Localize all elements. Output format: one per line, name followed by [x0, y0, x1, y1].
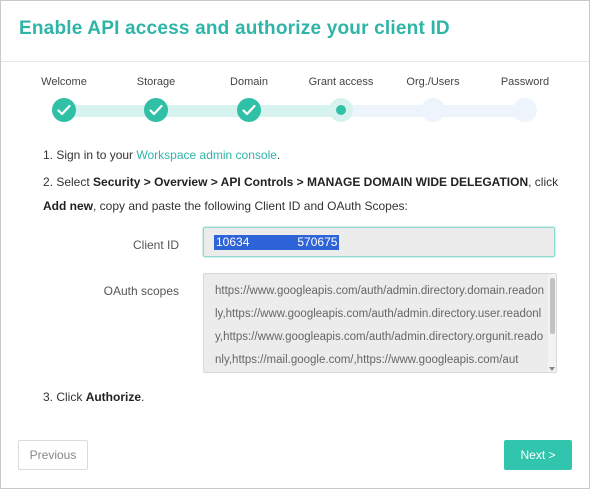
step-label: Welcome — [41, 76, 87, 88]
previous-button[interactable]: Previous — [18, 440, 88, 470]
current-step-dot-icon — [329, 98, 353, 122]
client-id-value-start: 10634 — [216, 235, 250, 249]
scopes-scrollbar[interactable] — [548, 274, 556, 372]
check-icon — [52, 98, 76, 122]
step-org-users: Org./Users — [388, 61, 478, 122]
page-title: Enable API access and authorize your cli… — [19, 18, 450, 39]
add-new-action: Add new — [43, 199, 93, 213]
instruction-text: , copy and paste the following Client ID… — [93, 199, 408, 213]
step-label: Domain — [230, 76, 268, 88]
pending-step-dot-icon — [421, 98, 445, 122]
instruction-text: 1. Sign in to your — [43, 148, 137, 162]
client-id-label: Client ID — [132, 238, 179, 252]
instruction-text: 2. Select — [43, 175, 94, 189]
scroll-thumb[interactable] — [550, 278, 555, 334]
step-label: Password — [500, 76, 550, 88]
pending-step-dot-icon — [513, 98, 537, 122]
instruction-step-2: 2. Select Security > Overview > API Cont… — [43, 170, 563, 218]
step-storage: Storage — [111, 61, 201, 122]
selected-client-id-text: 10634 570675 — [214, 235, 340, 250]
step-label: Grant access — [308, 76, 374, 88]
oauth-scopes-label: OAuth scopes — [103, 284, 179, 298]
progress-stepper: Welcome Storage Domain Grant access Org.… — [1, 61, 589, 141]
next-button[interactable]: Next > — [504, 440, 572, 470]
authorize-action: Authorize — [85, 390, 142, 404]
check-icon — [237, 98, 261, 122]
scroll-down-arrow-icon[interactable] — [549, 367, 555, 371]
setup-wizard-dialog: Enable API access and authorize your cli… — [0, 0, 590, 489]
instruction-text: . — [276, 148, 281, 162]
instruction-step-3: 3. Click Authorize. — [43, 390, 144, 404]
step-password: Password — [480, 61, 570, 122]
admin-console-link[interactable]: Workspace admin console — [136, 148, 277, 162]
instruction-text: 3. Click — [43, 390, 86, 404]
instruction-text: . — [141, 390, 145, 404]
client-id-field[interactable]: 10634 570675 — [203, 227, 555, 257]
step-domain: Domain — [204, 61, 294, 122]
instruction-step-1: 1. Sign in to your Workspace admin conso… — [43, 148, 280, 162]
step-welcome: Welcome — [19, 61, 109, 122]
instruction-text: , click — [528, 175, 559, 189]
step-grant-access: Grant access — [296, 61, 386, 122]
navigation-path: Security > Overview > API Controls > MAN… — [93, 175, 529, 189]
step-label: Storage — [136, 76, 176, 88]
client-id-value-end: 570675 — [297, 235, 338, 249]
step-label: Org./Users — [406, 76, 460, 88]
check-icon — [144, 98, 168, 122]
oauth-scopes-textarea[interactable]: https://www.googleapis.com/auth/admin.di… — [203, 273, 557, 373]
oauth-scopes-value: https://www.googleapis.com/auth/admin.di… — [215, 285, 544, 366]
